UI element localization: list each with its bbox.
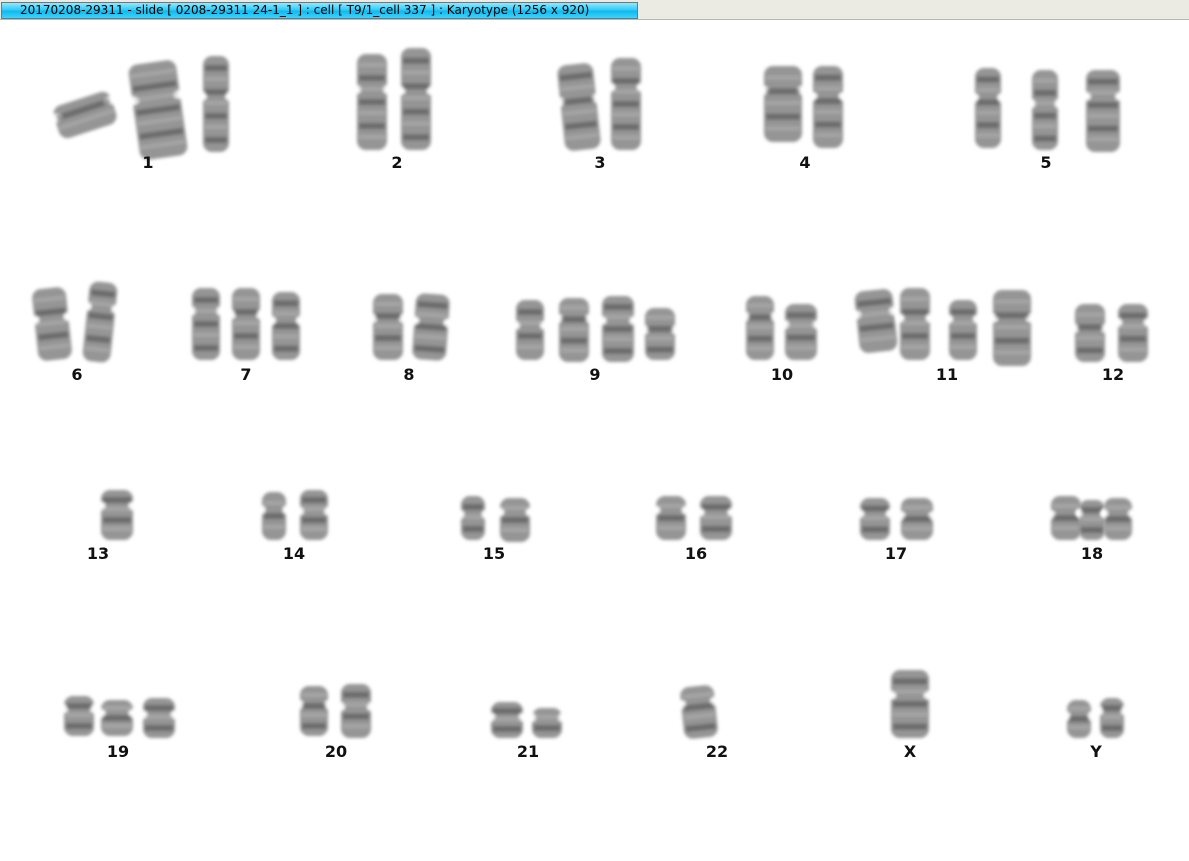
chromosome-group-15[interactable] [457, 496, 535, 542]
chromosome-group-4[interactable] [758, 66, 848, 148]
chromosome-label-1: 1 [142, 153, 154, 172]
chromosome-group-12[interactable] [1070, 304, 1153, 362]
chromosome-group-10[interactable] [742, 296, 822, 360]
chromosome-label-5: 5 [1040, 153, 1052, 172]
chromosome-label-22: 22 [705, 742, 729, 761]
chromosome-label-14: 14 [282, 544, 306, 563]
chromosome-label-Y: Y [1090, 742, 1102, 761]
chromosome-label-17: 17 [884, 544, 908, 563]
chromosome-group-7[interactable] [188, 288, 304, 360]
chromosome-label-9: 9 [589, 365, 601, 384]
chromosome-label-15: 15 [482, 544, 506, 563]
chromosome-group-1[interactable] [43, 56, 233, 162]
chromosome-label-13: 13 [86, 544, 110, 563]
chromosome-label-11: 11 [935, 365, 959, 384]
chromosome-group-17[interactable] [855, 498, 938, 540]
chromosome-label-21: 21 [516, 742, 540, 761]
chromosome-label-8: 8 [403, 365, 415, 384]
window-titlebar-strip: 20170208-29311 - slide [ 0208-29311 24-1… [0, 0, 1189, 20]
chromosome-group-22[interactable] [675, 684, 724, 740]
window-title[interactable]: 20170208-29311 - slide [ 0208-29311 24-1… [1, 2, 638, 19]
chromosome-group-21[interactable] [486, 702, 567, 738]
chromosome-label-12: 12 [1101, 365, 1125, 384]
chromosome-label-18: 18 [1080, 544, 1104, 563]
chromosome-group-20[interactable] [296, 684, 376, 738]
chromosome-label-X: X [903, 742, 917, 761]
chromosome-group-11[interactable] [849, 288, 1037, 366]
chromosome-group-5[interactable] [971, 68, 1125, 152]
chromosome-label-4: 4 [799, 153, 811, 172]
karyogram-canvas [27, 48, 1153, 740]
chromosome-label-7: 7 [240, 365, 252, 384]
chromosome-group-14[interactable] [258, 490, 332, 540]
chromosome-label-2: 2 [391, 153, 403, 172]
chromosome-group-6[interactable] [27, 280, 122, 363]
chromosome-label-10: 10 [770, 365, 794, 384]
chromosome-group-X[interactable] [885, 670, 935, 738]
chromosome-group-13[interactable] [96, 490, 138, 540]
chromosome-label-19: 19 [106, 742, 130, 761]
chromosome-group-Y[interactable] [1063, 698, 1128, 738]
chromosome-group-3[interactable] [552, 58, 646, 152]
chromosome-group-8[interactable] [368, 293, 455, 362]
chromosome-label-16: 16 [684, 544, 708, 563]
chromosome-label-3: 3 [594, 153, 606, 172]
chromosome-label-20: 20 [324, 742, 348, 761]
chromosome-group-19[interactable] [59, 696, 180, 738]
karyogram-panel[interactable]: 1 2 3 4 5 6 7 8 9 10 11 12 13 14 15 16 17 18 19 20 21 22 X Y [0, 20, 1189, 861]
chromosome-group-16[interactable] [651, 496, 737, 540]
chromosome-group-2[interactable] [352, 48, 436, 150]
chromosome-label-6: 6 [71, 365, 83, 384]
chromosome-group-18[interactable] [1046, 496, 1136, 540]
chromosome-group-9[interactable] [512, 296, 680, 362]
